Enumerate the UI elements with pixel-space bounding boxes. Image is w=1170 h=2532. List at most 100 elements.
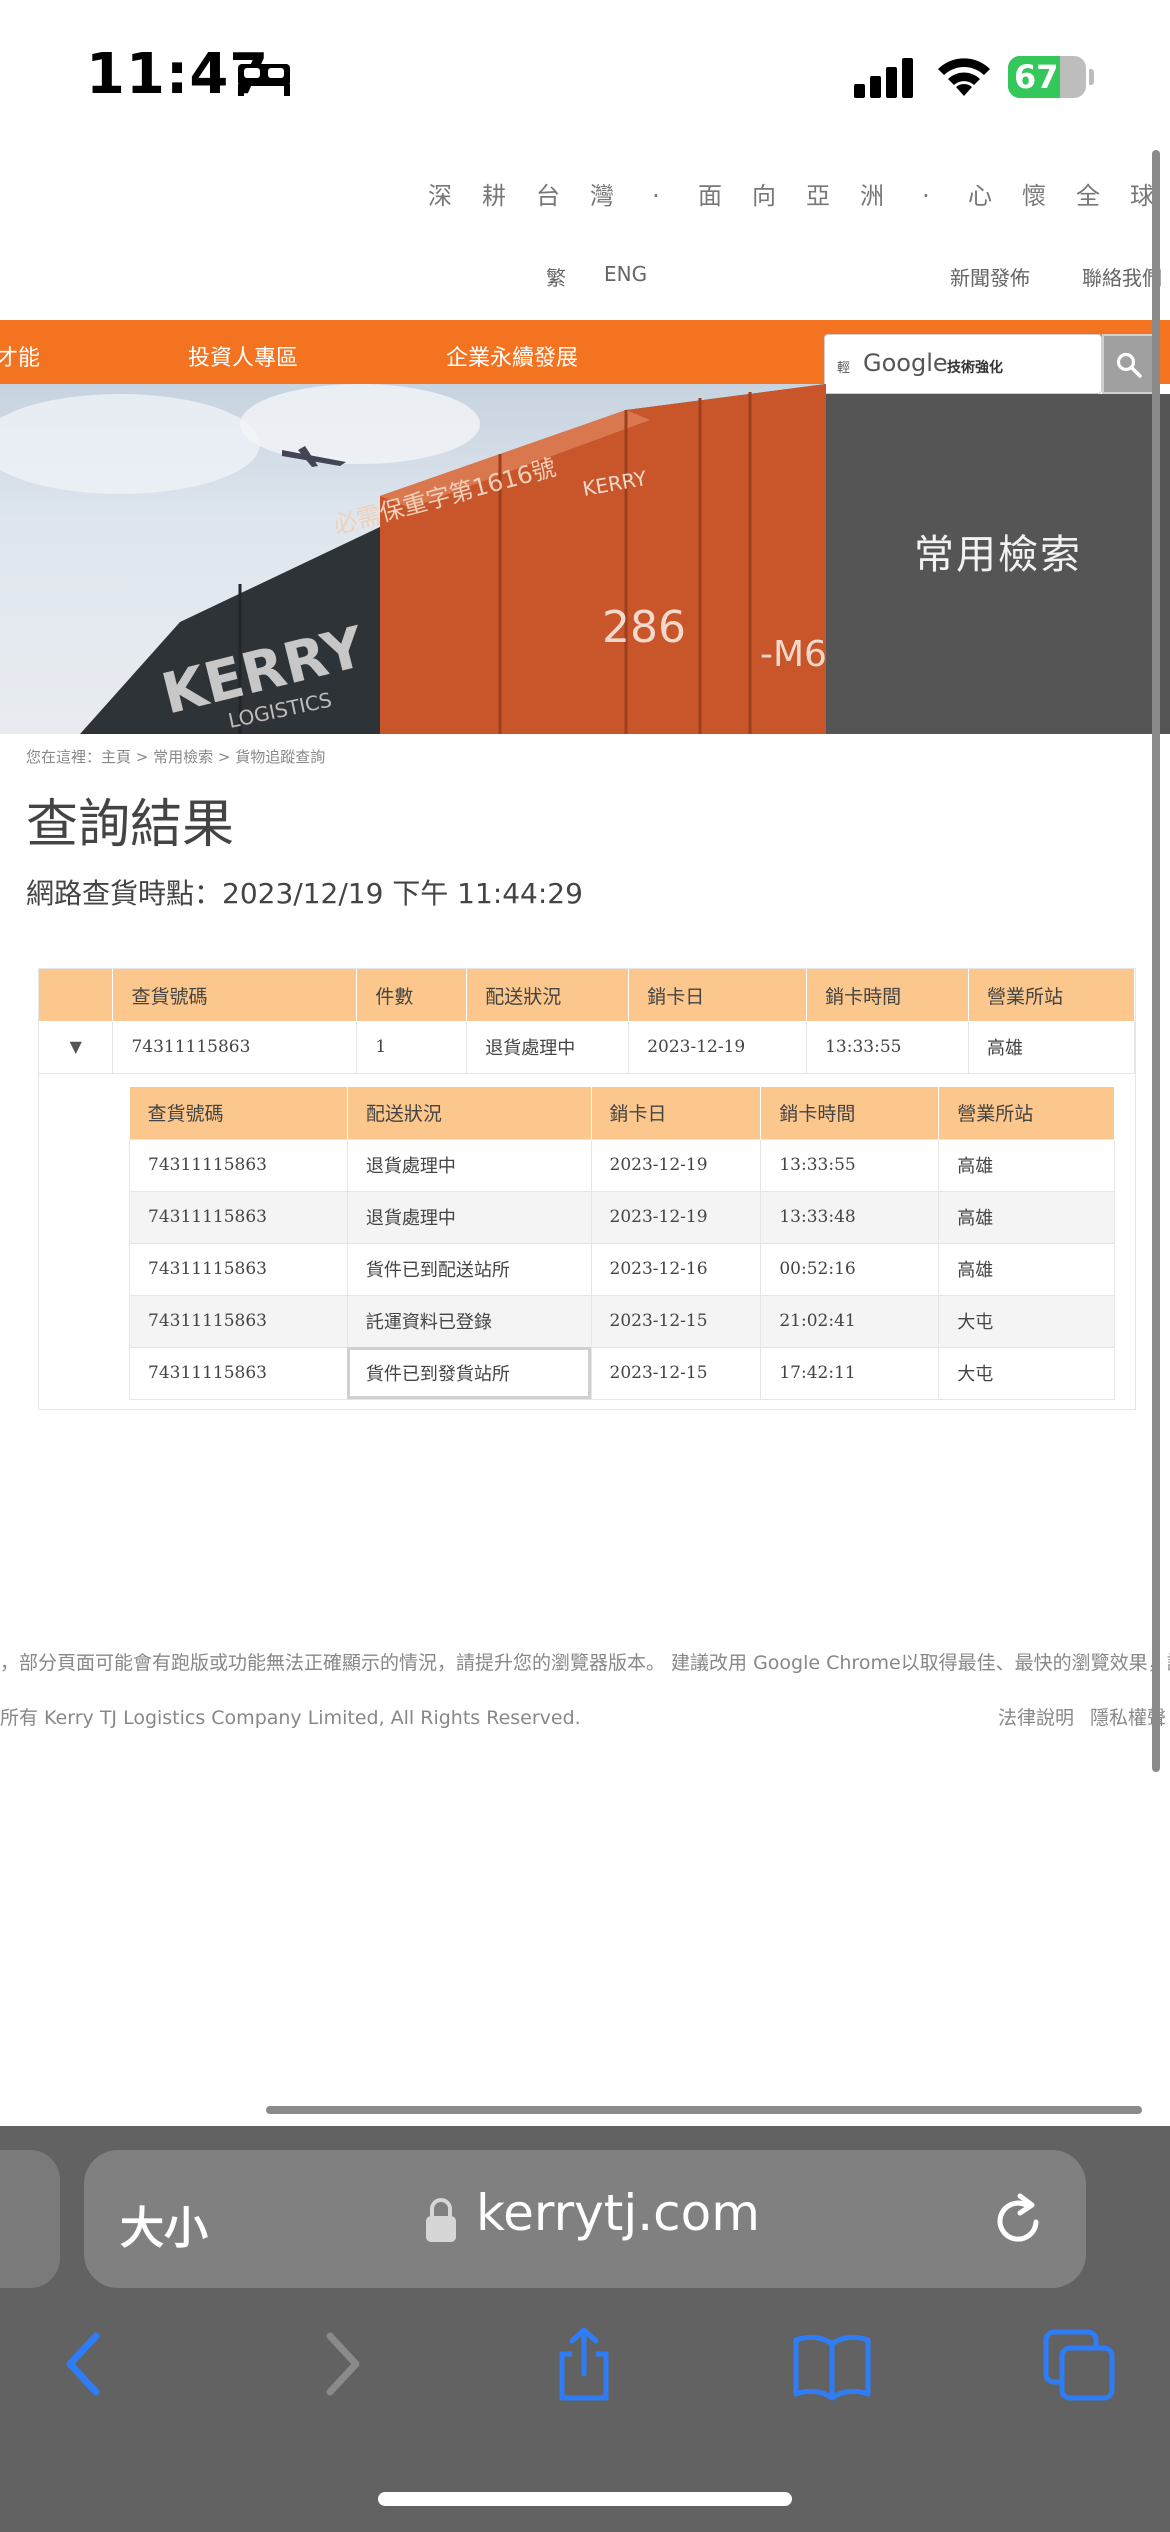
cell-count: 1 <box>356 1021 468 1074</box>
vertical-scrollbar[interactable] <box>1152 150 1160 1772</box>
battery-cap <box>1089 69 1094 85</box>
nav-item-talent[interactable]: 才能 <box>0 340 40 372</box>
search-powered-by: 技術強化 <box>947 360 1003 376</box>
page-settings-button[interactable]: 大小 <box>120 2192 208 2256</box>
wifi-icon <box>938 58 990 96</box>
table-row: 74311115863 退貨處理中 2023-12-19 13:33:55 高雄 <box>129 1138 1115 1192</box>
table-header: 營業所站 <box>938 1087 1115 1139</box>
cellular-signal-icon <box>854 58 913 98</box>
cell-station: 大屯 <box>938 1294 1115 1348</box>
cell-time: 21:02:41 <box>760 1294 940 1348</box>
cell-tracking-number: 74311115863 <box>129 1294 348 1348</box>
cell-station: 高雄 <box>938 1190 1115 1244</box>
lang-traditional-link[interactable]: 繁 <box>546 262 566 291</box>
browser-notice: ，部分頁面可能會有跑版或功能無法正確顯示的情況，請提升您的瀏覽器版本。 建議改用… <box>0 1652 1170 1674</box>
slogan-char: · <box>652 182 662 210</box>
table-row: 74311115863 貨件已到配送站所 2023-12-16 00:52:16… <box>129 1242 1115 1296</box>
cell-time: 13:33:55 <box>806 1021 970 1074</box>
share-icon[interactable] <box>544 2326 624 2402</box>
status-bar: 11:47 67 <box>0 0 1170 140</box>
url-text[interactable]: kerrytj.com <box>476 2184 760 2242</box>
search-button[interactable] <box>1102 334 1154 394</box>
battery-body: 67 <box>1008 56 1086 98</box>
home-indicator[interactable] <box>378 2492 792 2506</box>
legal-link[interactable]: 法律說明 <box>998 1703 1074 1730</box>
cell-status: 退貨處理中 <box>346 1138 592 1192</box>
table-header-row: 查貨號碼 配送狀況 銷卡日 銷卡時間 營業所站 <box>129 1087 1115 1139</box>
table-header: 查貨號碼 <box>129 1087 348 1139</box>
hero-banner: 必需保重字第1616號 KERRY LOGISTICS KERRY 286 -M… <box>0 384 826 734</box>
table-header-toggle <box>39 969 114 1021</box>
cell-tracking-number: 74311115863 <box>112 1021 358 1074</box>
query-timestamp: 網路查貨時點：2023/12/19 下午 11:44:29 <box>26 877 583 910</box>
sleep-focus-icon <box>238 64 290 96</box>
table-header: 配送狀況 <box>466 969 630 1021</box>
nav-item-investor[interactable]: 投資人專區 <box>188 340 298 372</box>
cell-time: 13:33:55 <box>760 1138 940 1192</box>
table-row: ▼ 74311115863 1 退貨處理中 2023-12-19 13:33:5… <box>39 1021 1135 1074</box>
table-row: 74311115863 退貨處理中 2023-12-19 13:33:48 高雄 <box>129 1190 1115 1244</box>
cell-date: 2023-12-15 <box>590 1294 762 1348</box>
search-prefix: 輕 <box>837 361 851 376</box>
cell-time: 13:33:48 <box>760 1190 940 1244</box>
cell-date: 2023-12-15 <box>590 1346 762 1400</box>
horizontal-scrollbar[interactable] <box>266 2106 1142 2114</box>
slogan-char: 亞 <box>806 182 832 210</box>
cell-tracking-number: 74311115863 <box>129 1138 348 1192</box>
table-header: 配送狀況 <box>347 1087 592 1139</box>
search-icon <box>1116 352 1142 378</box>
cell-date: 2023-12-16 <box>590 1242 762 1296</box>
table-header: 查貨號碼 <box>112 969 358 1021</box>
slogan-char: 灣 <box>590 182 616 210</box>
table-header: 銷卡日 <box>591 1087 762 1139</box>
cell-tracking-number: 74311115863 <box>129 1190 348 1244</box>
slogan-char: 面 <box>698 182 724 210</box>
news-link[interactable]: 新聞發佈 <box>950 262 1030 291</box>
bookmarks-icon[interactable] <box>792 2326 872 2402</box>
slogan-char: · <box>922 182 932 210</box>
cell-status: 託運資料已登錄 <box>346 1294 592 1348</box>
cell-station: 高雄 <box>968 1021 1135 1074</box>
battery-level: 67 <box>1014 58 1059 96</box>
tracking-summary-table: 查貨號碼 件數 配送狀況 銷卡日 銷卡時間 營業所站 ▼ 74311115863… <box>39 969 1135 1074</box>
slogan-char: 球 <box>1130 182 1156 210</box>
nav-item-sustainability[interactable]: 企業永續發展 <box>446 340 578 372</box>
back-icon[interactable] <box>48 2326 128 2402</box>
forward-icon[interactable] <box>300 2326 380 2402</box>
cell-tracking-number: 74311115863 <box>129 1346 348 1400</box>
slogan-char: 台 <box>536 182 562 210</box>
truck-image: 必需保重字第1616號 KERRY LOGISTICS KERRY 286 -M… <box>0 384 826 734</box>
contact-link[interactable]: 聯絡我們 <box>1082 262 1162 291</box>
site-search-input[interactable]: 輕 Google 技術強化 <box>824 334 1102 394</box>
quick-search-panel[interactable]: 常用檢索 <box>826 394 1170 734</box>
lang-english-link[interactable]: ENG <box>604 262 647 286</box>
table-header: 銷卡時間 <box>806 969 970 1021</box>
page-title: 查詢結果 <box>26 795 235 855</box>
table-header-row: 查貨號碼 件數 配送狀況 銷卡日 銷卡時間 營業所站 <box>39 969 1135 1021</box>
hero-truck-number: 286 <box>602 602 686 653</box>
cell-time: 00:52:16 <box>760 1242 940 1296</box>
cell-status: 貨件已到發貨站所 <box>346 1346 592 1400</box>
tracking-detail-table: 查貨號碼 配送狀況 銷卡日 銷卡時間 營業所站 74311115863 退貨處理… <box>129 1087 1115 1400</box>
cell-status: 退貨處理中 <box>466 1021 630 1074</box>
cell-date: 2023-12-19 <box>590 1138 762 1192</box>
cell-date: 2023-12-19 <box>628 1021 808 1074</box>
reload-icon[interactable] <box>990 2188 1048 2250</box>
breadcrumb: 您在這裡：主頁 > 常用檢索 > 貨物追蹤查詢 <box>26 748 326 766</box>
slogan-char: 心 <box>968 182 994 210</box>
previous-tab-preview[interactable] <box>0 2150 60 2288</box>
expand-toggle-icon[interactable]: ▼ <box>39 1021 114 1074</box>
cell-time: 17:42:11 <box>760 1346 940 1400</box>
google-logo: Google <box>863 349 948 377</box>
tabs-icon[interactable] <box>1040 2326 1120 2402</box>
slogan-char: 全 <box>1076 182 1102 210</box>
slogan-char: 深 <box>428 182 454 210</box>
tracking-results: 查貨號碼 件數 配送狀況 銷卡日 銷卡時間 營業所站 ▼ 74311115863… <box>38 968 1136 1410</box>
hero-truck-suffix: -M6 <box>760 634 826 675</box>
slogan-char: 洲 <box>860 182 886 210</box>
battery-indicator: 67 <box>1008 56 1094 98</box>
table-row: 74311115863 貨件已到發貨站所 2023-12-15 17:42:11… <box>129 1346 1115 1400</box>
cell-tracking-number: 74311115863 <box>129 1242 348 1296</box>
table-row: 74311115863 託運資料已登錄 2023-12-15 21:02:41 … <box>129 1294 1115 1348</box>
cell-status: 貨件已到配送站所 <box>346 1242 592 1296</box>
